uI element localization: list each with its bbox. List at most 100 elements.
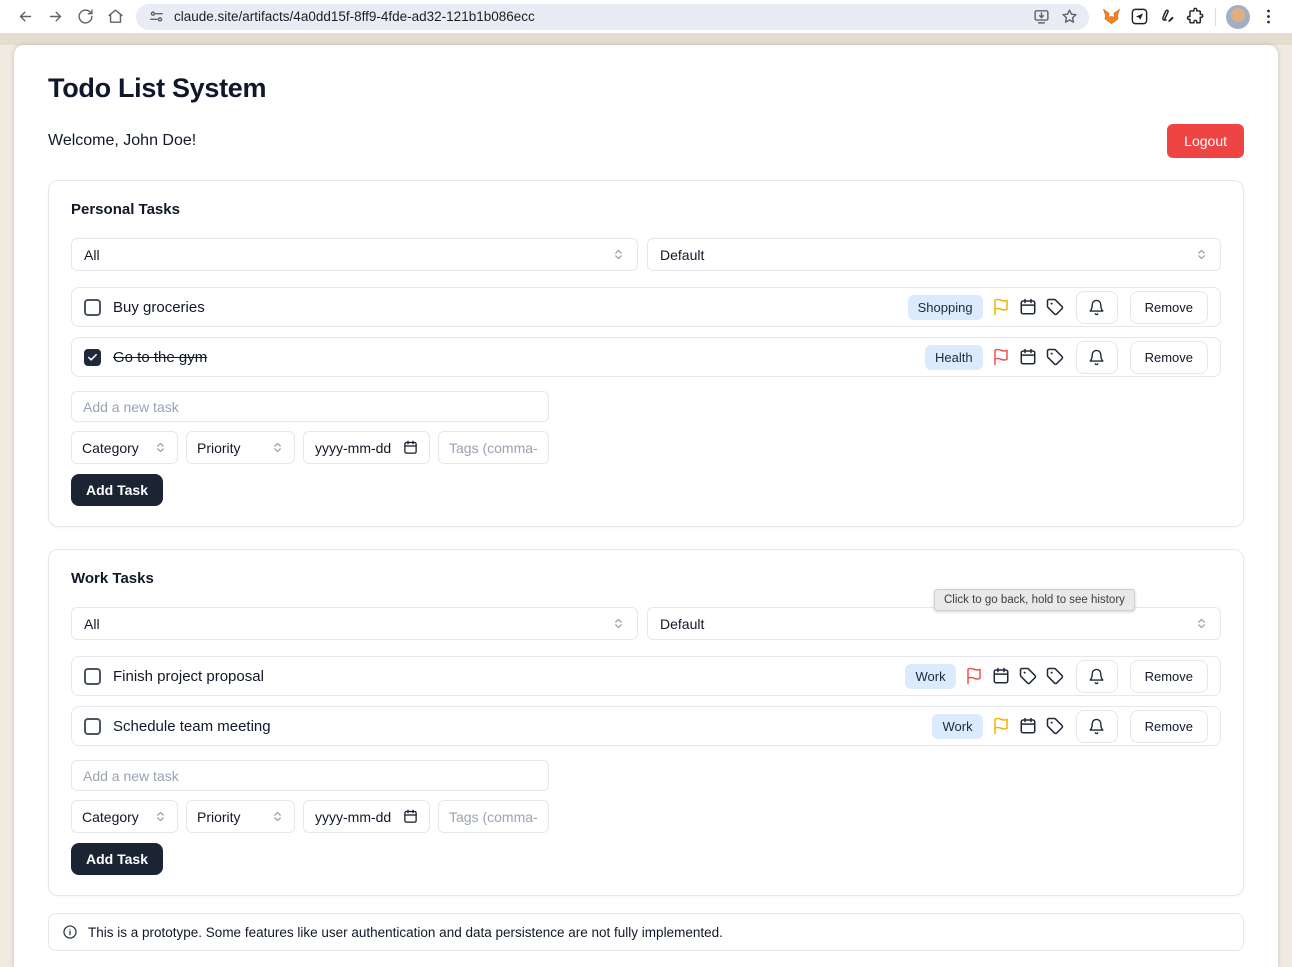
metamask-fox-icon	[1102, 7, 1121, 26]
priority-select[interactable]: Priority	[186, 431, 295, 464]
site-info-icon[interactable]	[148, 8, 165, 25]
page-background-band	[0, 33, 1292, 45]
priority-flag-icon	[965, 667, 983, 685]
category-select[interactable]: Category	[71, 800, 178, 833]
date-picker-calendar-icon[interactable]	[403, 809, 418, 824]
address-bar[interactable]: claude.site/artifacts/4a0dd15f-8ff9-4fde…	[136, 3, 1089, 30]
chevron-updown-icon	[154, 810, 167, 823]
star-icon	[1061, 8, 1078, 25]
category-selected-value: Category	[82, 439, 139, 456]
send-extension-button[interactable]	[1125, 3, 1153, 31]
task-checkbox[interactable]	[84, 348, 101, 366]
task-checkbox[interactable]	[84, 717, 101, 735]
browser-home-button[interactable]	[100, 3, 130, 31]
prototype-notice: This is a prototype. Some features like …	[48, 913, 1244, 951]
priority-flag-icon	[992, 717, 1010, 735]
category-badge: Work	[932, 713, 983, 739]
profile-avatar[interactable]	[1226, 4, 1250, 29]
category-badge: Health	[925, 344, 983, 370]
remove-task-button[interactable]: Remove	[1129, 290, 1208, 324]
bell-icon	[1088, 299, 1105, 316]
filter-select[interactable]: All	[71, 607, 638, 640]
sort-selected-value: Default	[660, 246, 705, 263]
task-label: Buy groceries	[113, 298, 205, 316]
reminder-bell-button[interactable]	[1075, 709, 1118, 743]
reminder-bell-button[interactable]	[1075, 290, 1118, 324]
priority-select[interactable]: Priority	[186, 800, 295, 833]
home-icon	[107, 8, 124, 25]
chevron-updown-icon	[1195, 248, 1208, 261]
sort-select[interactable]: Default	[647, 238, 1221, 271]
tags-input[interactable]	[438, 800, 549, 833]
url-text[interactable]: claude.site/artifacts/4a0dd15f-8ff9-4fde…	[174, 9, 1027, 24]
tag-icon	[1046, 298, 1064, 316]
due-date-input[interactable]: yyyy-mm-dd	[303, 431, 430, 464]
task-checkbox[interactable]	[84, 667, 101, 685]
tags-input[interactable]	[438, 431, 549, 464]
category-select[interactable]: Category	[71, 431, 178, 464]
notes-extension-button[interactable]	[1153, 3, 1181, 31]
tag-icon	[1046, 667, 1064, 685]
remove-task-button[interactable]: Remove	[1129, 659, 1208, 693]
browser-menu-button[interactable]	[1254, 3, 1282, 31]
sort-select[interactable]: Default	[647, 607, 1221, 640]
add-task-button[interactable]: Add Task	[71, 474, 163, 506]
browser-toolbar: claude.site/artifacts/4a0dd15f-8ff9-4fde…	[0, 0, 1292, 33]
task-label: Schedule team meeting	[113, 717, 271, 735]
tag-icon	[1019, 667, 1037, 685]
task-row: Go to the gym Health Remove	[71, 337, 1221, 377]
date-placeholder: yyyy-mm-dd	[315, 439, 392, 456]
puzzle-icon	[1186, 7, 1205, 26]
date-picker-calendar-icon[interactable]	[403, 440, 418, 455]
chevron-updown-icon	[612, 617, 625, 630]
add-task-button[interactable]: Add Task	[71, 843, 163, 875]
category-selected-value: Category	[82, 808, 139, 825]
task-label: Go to the gym	[113, 348, 208, 366]
remove-task-button[interactable]: Remove	[1129, 340, 1208, 374]
panel-title: Work Tasks	[71, 570, 154, 587]
priority-selected-value: Priority	[197, 439, 241, 456]
bell-icon	[1088, 349, 1105, 366]
due-date-calendar-icon	[1019, 717, 1037, 735]
due-date-calendar-icon	[1019, 298, 1037, 316]
due-date-calendar-icon	[1019, 348, 1037, 366]
check-icon	[87, 352, 98, 363]
task-row: Buy groceries Shopping Remove	[71, 287, 1221, 327]
reminder-bell-button[interactable]	[1075, 659, 1118, 693]
task-checkbox[interactable]	[84, 298, 101, 316]
priority-flag-icon	[992, 298, 1010, 316]
todo-app-page: Todo List System Welcome, John Doe! Logo…	[14, 45, 1278, 967]
reminder-bell-button[interactable]	[1075, 340, 1118, 374]
kebab-menu-icon	[1259, 7, 1278, 26]
bell-icon	[1088, 668, 1105, 685]
info-icon	[62, 924, 78, 940]
forward-arrow-icon	[47, 8, 64, 25]
page-title: Todo List System	[48, 73, 267, 103]
bell-icon	[1088, 718, 1105, 735]
paper-plane-icon	[1130, 7, 1149, 26]
back-button-tooltip: Click to go back, hold to see history	[934, 589, 1135, 611]
date-placeholder: yyyy-mm-dd	[315, 808, 392, 825]
browser-back-button[interactable]	[10, 3, 40, 31]
filter-selected-value: All	[84, 246, 100, 263]
panel-title: Personal Tasks	[71, 201, 180, 218]
tag-icon	[1046, 717, 1064, 735]
browser-reload-button[interactable]	[70, 3, 100, 31]
remove-task-button[interactable]: Remove	[1129, 709, 1208, 743]
install-app-button[interactable]	[1027, 5, 1055, 29]
extensions-menu-button[interactable]	[1181, 3, 1209, 31]
metamask-extension-button[interactable]	[1097, 3, 1125, 31]
chevron-updown-icon	[1195, 617, 1208, 630]
logout-button[interactable]: Logout	[1167, 124, 1244, 158]
filter-select[interactable]: All	[71, 238, 638, 271]
bookmark-button[interactable]	[1055, 5, 1083, 29]
new-task-input[interactable]	[71, 760, 549, 791]
browser-forward-button[interactable]	[40, 3, 70, 31]
toolbar-divider	[1215, 7, 1216, 26]
due-date-input[interactable]: yyyy-mm-dd	[303, 800, 430, 833]
priority-flag-icon	[992, 348, 1010, 366]
install-icon	[1033, 8, 1050, 25]
back-arrow-icon	[17, 8, 34, 25]
new-task-input[interactable]	[71, 391, 549, 422]
filter-selected-value: All	[84, 615, 100, 632]
